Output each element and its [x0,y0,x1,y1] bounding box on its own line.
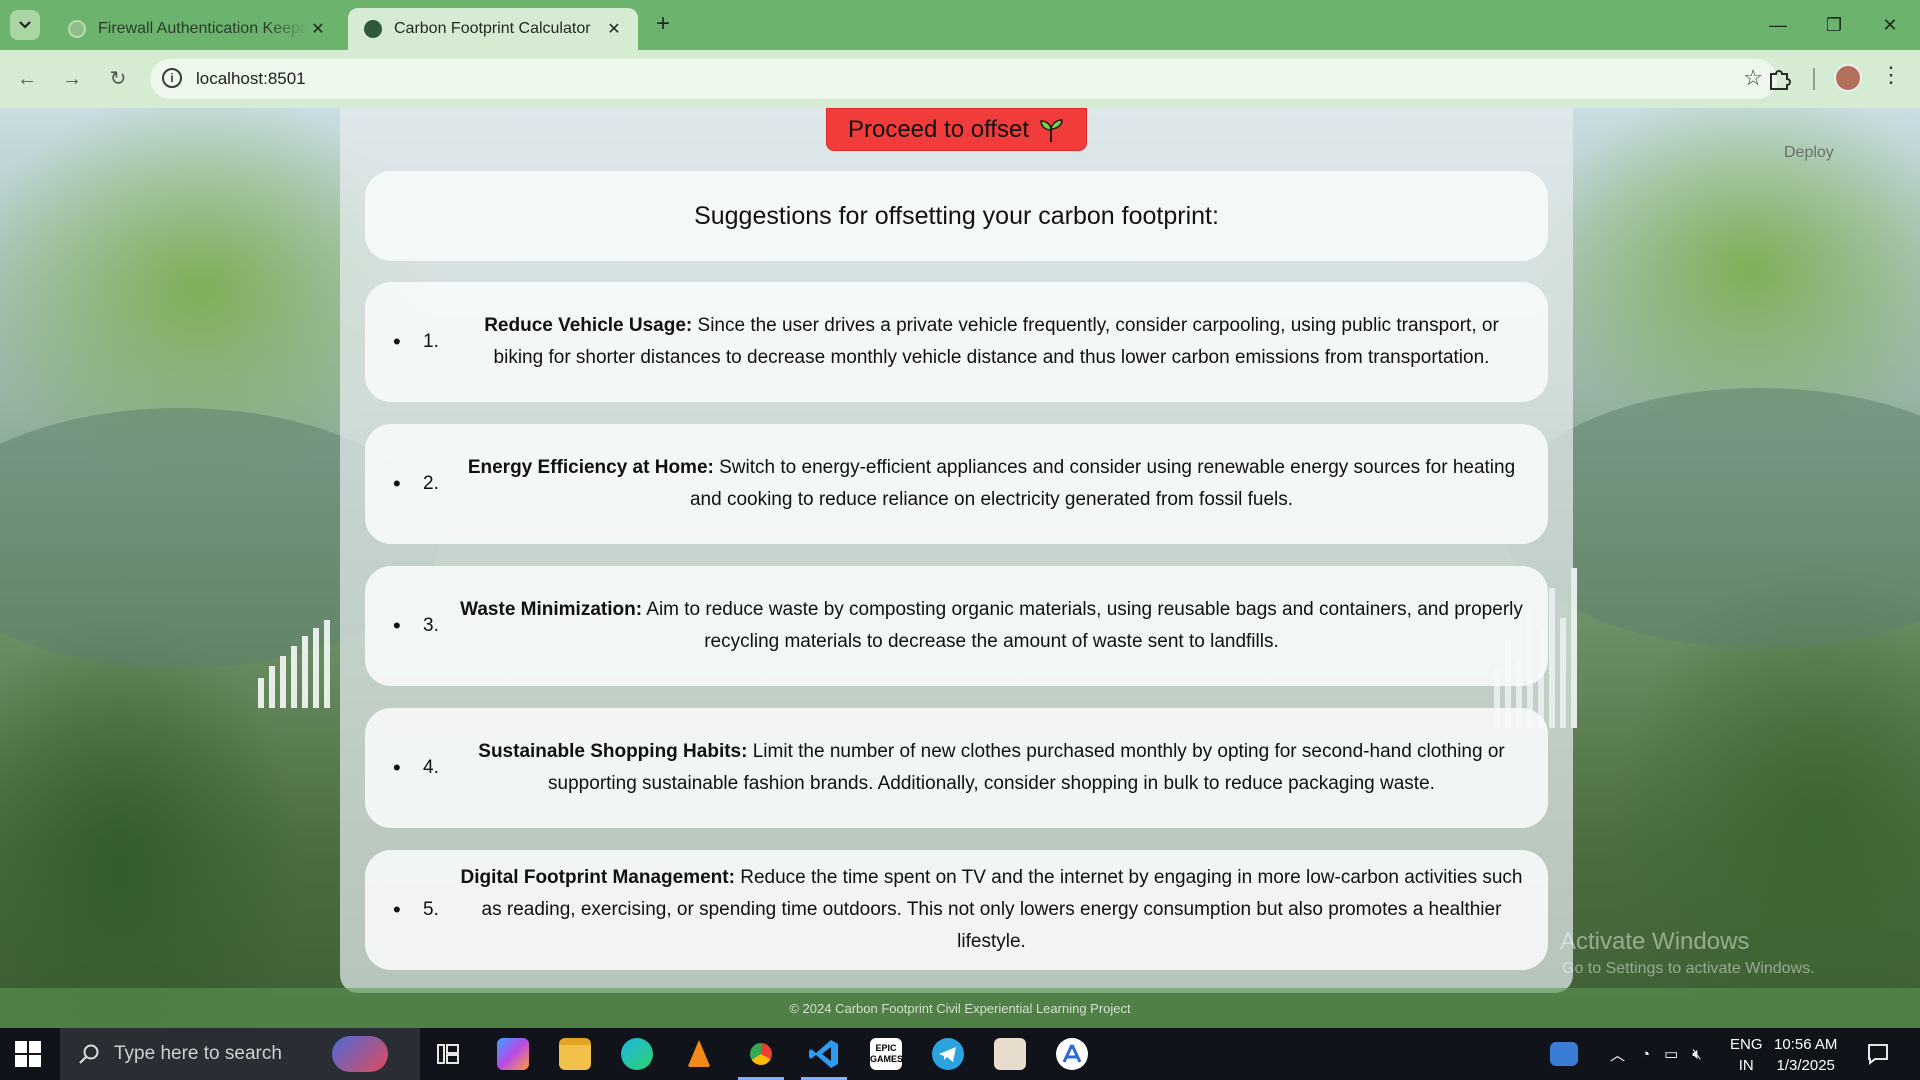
taskbar-search-box[interactable]: Type here to search [60,1028,420,1080]
url-text: localhost:8501 [196,69,306,88]
clock-time: 10:56 AM [1774,1036,1838,1053]
tab-carbon-footprint[interactable]: Carbon Footprint Calculator ✕ [348,8,638,50]
decorative-bar-graphic [258,528,330,708]
bullet-icon: • [393,329,401,354]
clock-date: 1/3/2025 [1776,1057,1835,1074]
app-store-icon[interactable] [1056,1038,1088,1070]
language-code: ENG [1730,1036,1763,1053]
system-tray: ︿ ◔ ▭ 🔇︎ [1610,1028,1702,1080]
close-window-button[interactable]: ✕ [1868,10,1912,40]
wifi-icon[interactable]: ◔ [1641,1046,1650,1063]
suggestion-title: Reduce Vehicle Usage: [484,315,693,336]
telegram-icon[interactable] [932,1038,964,1070]
chevron-down-icon [19,21,31,29]
back-button[interactable]: ← [12,64,42,94]
bullet-icon: • [393,755,401,780]
language-region: IN [1738,1057,1754,1074]
suggestion-body: Switch to energy-efficient appliances an… [689,457,1516,510]
battery-icon[interactable]: ▭ [1664,1045,1678,1063]
suggestion-number: 4. [423,757,439,778]
photos-app-icon[interactable] [994,1038,1026,1070]
close-tab-icon[interactable]: ✕ [308,19,328,39]
reload-button[interactable]: ↻ [103,64,133,94]
suggestion-number: 5. [423,899,439,920]
search-icon [79,1044,99,1064]
tab-favicon-icon [68,20,86,38]
footer-text: © 2024 Carbon Footprint Civil Experienti… [789,1000,1131,1016]
taskbar-clock[interactable]: 10:56 AM 1/3/2025 [1774,1034,1837,1076]
proceed-label: Proceed to offset [847,115,1029,143]
extensions-icon[interactable] [1766,66,1792,92]
forward-button[interactable]: → [57,64,87,94]
notifications-icon[interactable] [1866,1042,1890,1066]
suggestion-card: • 3. Waste Minimization: Aim to reduce w… [365,566,1548,686]
suggestion-text: Digital Footprint Management: Reduce the… [459,862,1528,958]
epic-games-icon[interactable]: EPIC GAMES [870,1038,903,1070]
suggestion-title: Sustainable Shopping Habits: [478,741,748,762]
page-viewport: Deploy Proceed to offset Suggestions for… [0,108,1920,1028]
task-view-icon[interactable] [436,1042,460,1066]
new-tab-button[interactable]: + [650,12,676,38]
suggestion-text: Energy Efficiency at Home: Switch to ene… [459,452,1528,516]
tab-firewall[interactable]: Firewall Authentication Keepaliv ✕ [52,8,342,50]
suggestions-heading-card: Suggestions for offsetting your carbon f… [365,171,1548,261]
bullet-icon: • [393,613,401,638]
search-placeholder: Type here to search [114,1043,282,1064]
suggestion-card: • 4. Sustainable Shopping Habits: Limit … [365,708,1548,828]
edge-icon[interactable] [621,1038,653,1070]
proceed-to-offset-button[interactable]: Proceed to offset [826,108,1087,151]
restore-button[interactable]: ❐ [1812,10,1856,40]
chrome-icon[interactable] [745,1038,777,1070]
copilot-icon[interactable] [497,1038,529,1070]
language-indicator[interactable]: ENG IN [1730,1034,1763,1076]
tab-favicon-icon [364,20,382,38]
bookmark-star-icon[interactable]: ☆ [1743,65,1763,91]
activate-windows-watermark: Activate Windows [1560,928,1750,955]
address-bar[interactable]: i localhost:8501 ☆ [150,59,1777,99]
activate-windows-subtext: Go to Settings to activate Windows. [1562,960,1815,977]
suggestion-text: Waste Minimization: Aim to reduce waste … [459,594,1528,658]
suggestion-text: Sustainable Shopping Habits: Limit the n… [459,736,1528,800]
toolbar-divider [1813,68,1815,90]
browser-tab-bar: Firewall Authentication Keepaliv ✕ Carbo… [0,0,1920,50]
tab-search-button[interactable] [10,10,40,40]
widgets-icon[interactable] [1550,1042,1578,1066]
tab-title: Carbon Footprint Calculator [394,20,591,37]
file-explorer-icon[interactable] [559,1038,591,1070]
suggestion-card: • 1. Reduce Vehicle Usage: Since the use… [365,282,1548,402]
suggestion-text: Reduce Vehicle Usage: Since the user dri… [459,310,1528,374]
suggestion-card: • 5. Digital Footprint Management: Reduc… [365,850,1548,970]
seedling-icon [1040,118,1063,142]
windows-start-icon[interactable] [14,1040,42,1068]
vscode-icon[interactable] [808,1038,840,1070]
suggestion-card: • 2. Energy Efficiency at Home: Switch t… [365,424,1548,544]
volume-muted-icon[interactable]: 🔇︎ [1692,1046,1701,1063]
browser-menu-icon[interactable]: ⋮ [1880,62,1902,92]
suggestions-heading: Suggestions for offsetting your carbon f… [694,201,1219,230]
suggestion-body: Aim to reduce waste by composting organi… [642,599,1523,652]
suggestion-title: Energy Efficiency at Home: [467,457,714,478]
search-highlight-icon [332,1036,388,1072]
profile-avatar[interactable] [1834,64,1862,92]
page-footer: © 2024 Carbon Footprint Civil Experienti… [0,988,1920,1028]
close-tab-icon[interactable]: ✕ [604,19,624,39]
tab-title: Firewall Authentication Keepaliv [98,20,308,37]
deploy-button[interactable]: Deploy [1784,144,1834,162]
suggestion-number: 2. [423,473,439,494]
vlc-icon[interactable] [683,1038,715,1070]
browser-toolbar: ← → ↻ i localhost:8501 ☆ [0,50,1920,108]
minimize-button[interactable]: — [1756,10,1800,40]
suggestion-number: 1. [423,331,439,352]
bullet-icon: • [393,897,401,922]
windows-taskbar: Type here to search EPIC GAMES ︿ ◔ ▭ 🔇︎ E… [0,1028,1920,1080]
suggestion-title: Waste Minimization: [460,599,643,620]
show-hidden-icons-icon[interactable]: ︿ [1610,1044,1625,1065]
bullet-icon: • [393,471,401,496]
suggestion-number: 3. [423,615,439,636]
site-info-icon[interactable]: i [162,68,182,88]
suggestion-title: Digital Footprint Management: [460,867,735,888]
